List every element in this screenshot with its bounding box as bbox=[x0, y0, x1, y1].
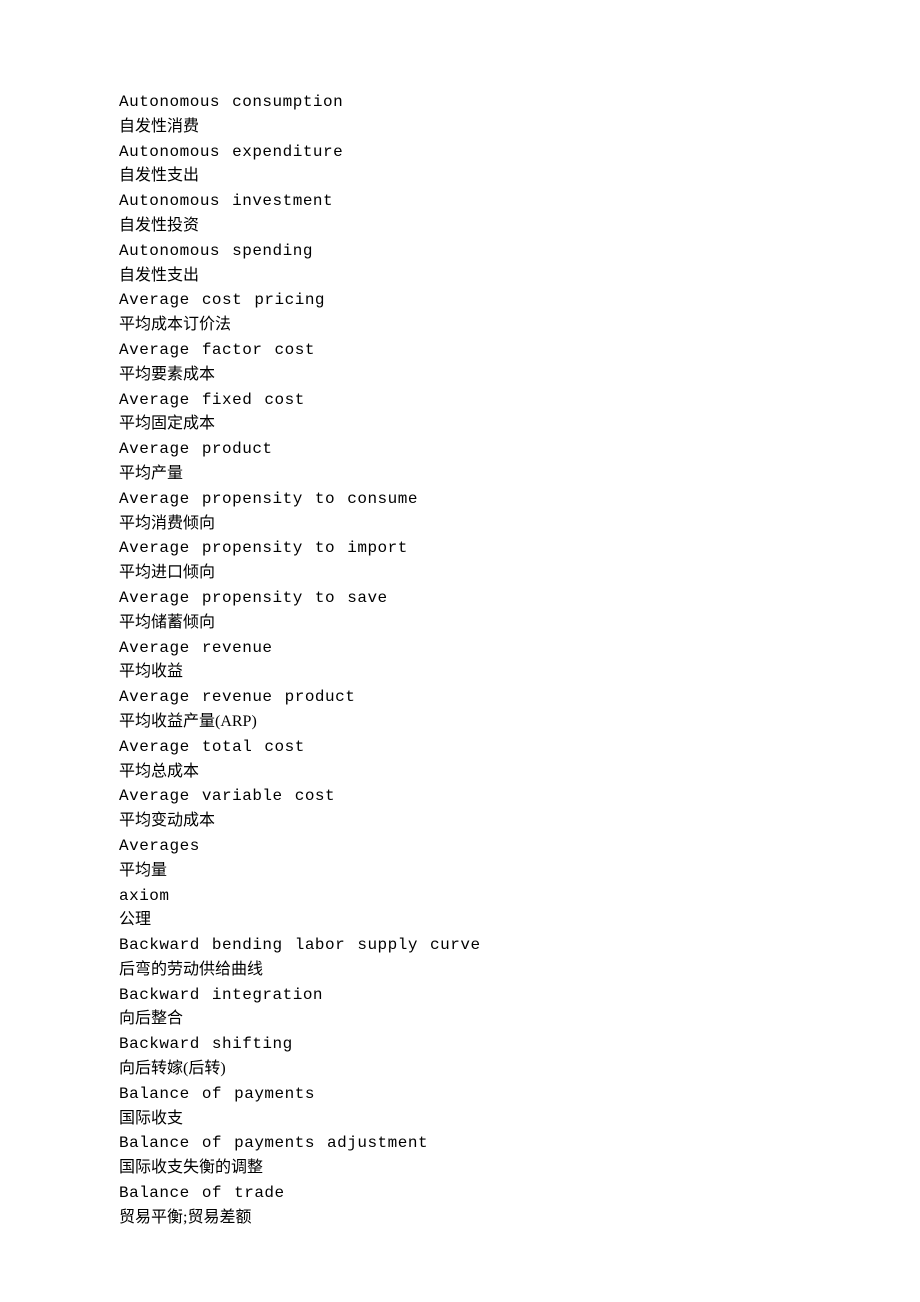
term-english: Balance of payments adjustment bbox=[119, 1131, 920, 1156]
term-chinese: 平均变动成本 bbox=[119, 809, 920, 834]
term-chinese: 平均储蓄倾向 bbox=[119, 611, 920, 636]
term-chinese: 自发性支出 bbox=[119, 164, 920, 189]
term-english: Average variable cost bbox=[119, 784, 920, 809]
term-chinese: 平均收益 bbox=[119, 660, 920, 685]
term-chinese: 向后整合 bbox=[119, 1007, 920, 1032]
term-english: Backward shifting bbox=[119, 1032, 920, 1057]
term-chinese: 自发性消费 bbox=[119, 115, 920, 140]
term-english: Average total cost bbox=[119, 735, 920, 760]
term-english: Average fixed cost bbox=[119, 388, 920, 413]
term-english: Average revenue product bbox=[119, 685, 920, 710]
glossary-list: Autonomous consumption自发性消费Autonomous ex… bbox=[119, 90, 920, 1231]
term-chinese: 向后转嫁(后转) bbox=[119, 1057, 920, 1082]
term-english: Average propensity to import bbox=[119, 536, 920, 561]
term-chinese: 自发性支出 bbox=[119, 264, 920, 289]
term-chinese: 贸易平衡;贸易差额 bbox=[119, 1206, 920, 1231]
term-chinese: 平均成本订价法 bbox=[119, 313, 920, 338]
term-english: Averages bbox=[119, 834, 920, 859]
term-english: Autonomous spending bbox=[119, 239, 920, 264]
term-english: axiom bbox=[119, 884, 920, 909]
term-chinese: 平均收益产量(ARP) bbox=[119, 710, 920, 735]
term-chinese: 平均产量 bbox=[119, 462, 920, 487]
term-english: Backward integration bbox=[119, 983, 920, 1008]
term-chinese: 平均总成本 bbox=[119, 760, 920, 785]
term-english: Average factor cost bbox=[119, 338, 920, 363]
term-chinese: 自发性投资 bbox=[119, 214, 920, 239]
term-chinese: 平均量 bbox=[119, 859, 920, 884]
term-chinese: 国际收支 bbox=[119, 1107, 920, 1132]
term-english: Average propensity to save bbox=[119, 586, 920, 611]
term-english: Autonomous investment bbox=[119, 189, 920, 214]
term-chinese: 后弯的劳动供给曲线 bbox=[119, 958, 920, 983]
document-page: Autonomous consumption自发性消费Autonomous ex… bbox=[0, 0, 920, 1302]
term-english: Average revenue bbox=[119, 636, 920, 661]
term-english: Balance of trade bbox=[119, 1181, 920, 1206]
term-english: Balance of payments bbox=[119, 1082, 920, 1107]
term-chinese: 平均要素成本 bbox=[119, 363, 920, 388]
term-chinese: 平均固定成本 bbox=[119, 412, 920, 437]
term-english: Average propensity to consume bbox=[119, 487, 920, 512]
term-english: Autonomous expenditure bbox=[119, 140, 920, 165]
term-chinese: 国际收支失衡的调整 bbox=[119, 1156, 920, 1181]
term-chinese: 公理 bbox=[119, 908, 920, 933]
term-chinese: 平均消费倾向 bbox=[119, 512, 920, 537]
term-english: Backward bending labor supply curve bbox=[119, 933, 920, 958]
term-chinese: 平均进口倾向 bbox=[119, 561, 920, 586]
term-english: Average product bbox=[119, 437, 920, 462]
term-english: Average cost pricing bbox=[119, 288, 920, 313]
term-english: Autonomous consumption bbox=[119, 90, 920, 115]
